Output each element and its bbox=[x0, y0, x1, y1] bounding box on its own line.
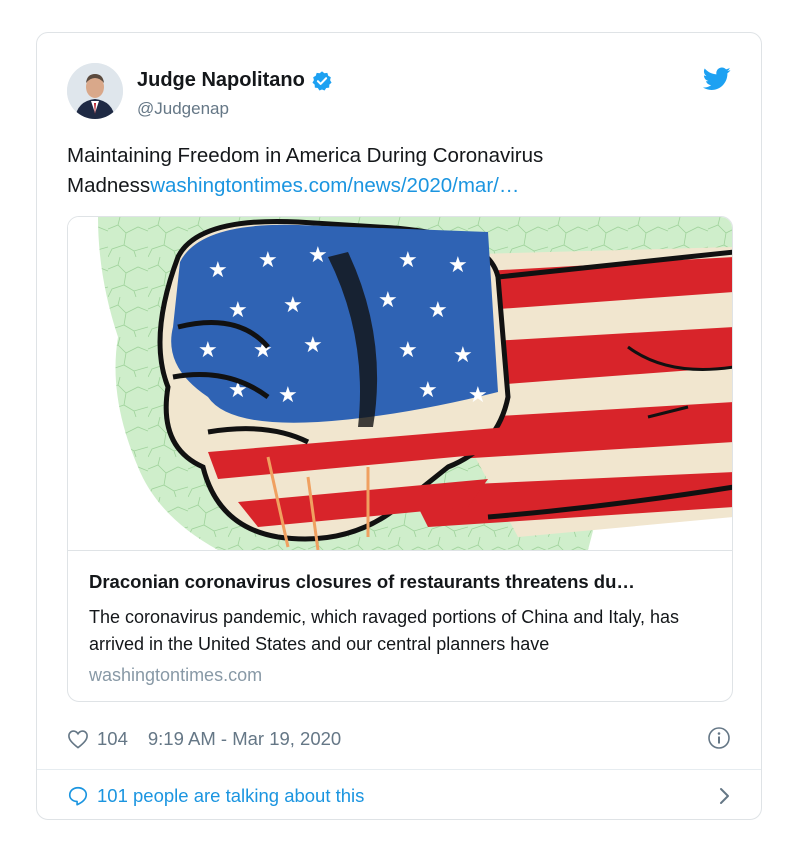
tweet-link[interactable]: washingtontimes.com/news/2020/mar/… bbox=[150, 174, 519, 197]
tweet-timestamp[interactable]: 9:19 AM - Mar 19, 2020 bbox=[148, 728, 341, 750]
tweet-meta-row: 104 9:19 AM - Mar 19, 2020 bbox=[67, 726, 731, 752]
tweet-text: Maintaining Freedom in America During Co… bbox=[67, 141, 731, 201]
author-name-row[interactable]: Judge Napolitano bbox=[137, 69, 333, 92]
svg-text:★: ★ bbox=[453, 342, 473, 367]
svg-text:★: ★ bbox=[198, 337, 218, 362]
like-count[interactable]: 104 bbox=[97, 728, 128, 750]
link-preview-body[interactable]: Draconian coronavirus closures of restau… bbox=[68, 550, 732, 701]
svg-text:★: ★ bbox=[378, 287, 398, 312]
conversation-count-link[interactable]: 101 people are talking about this bbox=[97, 785, 364, 807]
avatar[interactable] bbox=[67, 63, 123, 119]
link-preview-description: The coronavirus pandemic, which ravaged … bbox=[89, 607, 679, 654]
author-display-name[interactable]: Judge Napolitano bbox=[137, 69, 305, 92]
author-handle[interactable]: @Judgenap bbox=[137, 99, 229, 119]
verified-badge-icon bbox=[311, 70, 333, 92]
svg-text:★: ★ bbox=[428, 297, 448, 322]
svg-text:★: ★ bbox=[228, 297, 248, 322]
svg-text:★: ★ bbox=[448, 252, 468, 277]
svg-text:★: ★ bbox=[278, 382, 298, 407]
svg-text:★: ★ bbox=[283, 292, 303, 317]
divider bbox=[37, 769, 761, 770]
info-icon[interactable] bbox=[707, 726, 731, 750]
link-preview-title[interactable]: Draconian coronavirus closures of restau… bbox=[89, 571, 716, 593]
tweet-header: Judge Napolitano @Judgenap bbox=[67, 63, 731, 123]
svg-text:★: ★ bbox=[468, 382, 488, 407]
svg-text:★: ★ bbox=[398, 337, 418, 362]
svg-text:★: ★ bbox=[258, 247, 278, 272]
link-preview-card[interactable]: ★ ★ ★ ★ ★ ★ ★ ★ ★ ★ ★ ★ ★ ★ ★ ★ ★ ★ Draconi bbox=[67, 216, 733, 702]
conversation-footer[interactable]: 101 people are talking about this bbox=[67, 781, 731, 811]
link-preview-image[interactable]: ★ ★ ★ ★ ★ ★ ★ ★ ★ ★ ★ ★ ★ ★ ★ ★ ★ ★ bbox=[68, 217, 732, 550]
twitter-bird-icon[interactable] bbox=[702, 67, 731, 91]
svg-text:★: ★ bbox=[303, 332, 323, 357]
heart-icon[interactable] bbox=[67, 729, 89, 749]
tweet-embed-card: Judge Napolitano @Judgenap Maintaining F… bbox=[36, 32, 762, 820]
svg-text:★: ★ bbox=[308, 242, 328, 267]
link-preview-domain: washingtontimes.com bbox=[89, 665, 263, 685]
svg-text:★: ★ bbox=[398, 247, 418, 272]
svg-text:★: ★ bbox=[208, 257, 228, 282]
svg-text:★: ★ bbox=[418, 377, 438, 402]
speech-bubble-icon bbox=[67, 785, 89, 807]
chevron-right-icon[interactable] bbox=[717, 787, 731, 805]
